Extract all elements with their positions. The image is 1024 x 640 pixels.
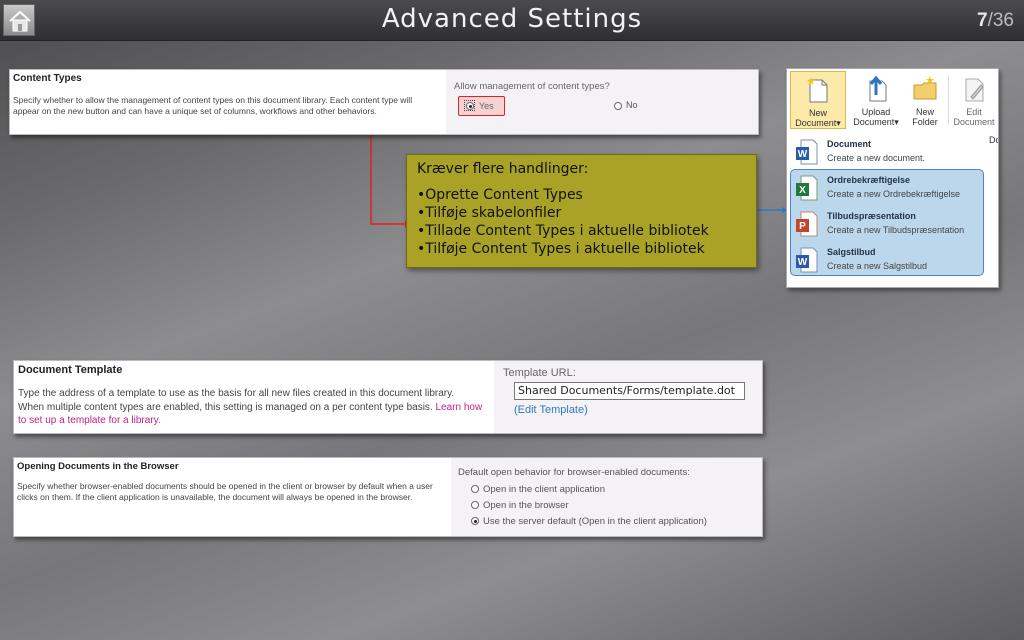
edit-document-icon: [965, 78, 984, 102]
edit-document-button[interactable]: Edit Document: [950, 71, 998, 131]
content-types-info: Content Types Specify whether to allow t…: [10, 70, 446, 134]
word-doc-icon: W: [796, 139, 818, 165]
edit-template-link[interactable]: (Edit Template): [514, 404, 588, 416]
new-folder-line1: New: [915, 107, 934, 117]
section-description: Type the address of a template to use as…: [18, 387, 483, 428]
server-default-radio[interactable]: [471, 517, 479, 526]
edit-line2: Document: [953, 117, 995, 127]
word-doc-icon: W: [796, 247, 818, 273]
callout-item: Tillade Content Types i aktuelle bibliot…: [417, 222, 708, 240]
red-connector: [370, 120, 405, 225]
section-title: Document Template: [18, 364, 123, 376]
content-types-controls: Allow management of content types? Yes N…: [446, 70, 758, 134]
menu-item-ordrebekraeftigelse[interactable]: X Ordrebekræftigelse Create a new Ordreb…: [791, 171, 986, 205]
menu-item-document[interactable]: W Document Create a new document.: [791, 135, 986, 169]
callout-item: Tilføje skabelonfiler: [417, 204, 709, 222]
callout-heading: Kræver flere handlinger:: [417, 161, 589, 177]
menu-item-title: Ordrebekræftigelse: [827, 175, 911, 185]
upload-line2: Document: [853, 117, 895, 127]
opening-documents-section: Opening Documents in the Browser Specify…: [13, 457, 763, 537]
new-folder-icon: [913, 76, 937, 100]
slide-current: 7: [977, 10, 988, 31]
slide-counter: 7/36: [977, 10, 1014, 32]
new-document-button[interactable]: New Document▾: [790, 71, 846, 129]
opening-documents-controls: Default open behavior for browser-enable…: [451, 458, 762, 536]
yes-radio-option[interactable]: Yes: [458, 96, 505, 116]
new-folder-line2: Folder: [912, 117, 938, 127]
menu-item-subtitle: Create a new document.: [827, 153, 926, 163]
content-types-question: Allow management of content types?: [454, 81, 610, 92]
new-document-icon: [807, 77, 828, 103]
opening-documents-info: Opening Documents in the Browser Specify…: [14, 458, 451, 536]
yes-label: Yes: [479, 101, 494, 111]
open-client-radio[interactable]: [471, 485, 479, 494]
no-radio[interactable]: [614, 101, 622, 110]
callout-list: Oprette Content Types Tilføje skabelonfi…: [417, 186, 709, 258]
section-description: Specify whether to allow the management …: [13, 95, 413, 116]
chevron-down-icon: ▾: [894, 117, 899, 127]
slide-total: /36: [987, 10, 1014, 31]
library-ribbon: New Document▾ Upload Document▾ New Folde…: [786, 68, 999, 288]
upload-line1: Upload: [861, 107, 891, 117]
option-label: Open in the client application: [483, 484, 605, 495]
svg-text:W: W: [798, 149, 808, 160]
ribbon-truncated-label: Dc: [989, 135, 999, 145]
svg-text:P: P: [799, 221, 806, 232]
server-default-option[interactable]: Use the server default (Open in the clie…: [471, 516, 707, 527]
excel-doc-icon: X: [796, 175, 818, 201]
callout-item: Oprette Content Types: [417, 186, 709, 204]
menu-item-salgstilbud[interactable]: W Salgstilbud Create a new Salgstilbud: [791, 243, 986, 277]
svg-text:X: X: [799, 185, 806, 196]
description-text: Type the address of a template to use as…: [18, 388, 455, 413]
yes-radio[interactable]: [466, 102, 474, 110]
menu-item-subtitle: Create a new Salgstilbud: [827, 261, 928, 271]
powerpoint-doc-icon: P: [796, 211, 818, 237]
option-label: Open in the browser: [483, 500, 569, 511]
section-title: Opening Documents in the Browser: [17, 461, 179, 472]
upload-document-button[interactable]: Upload Document▾: [851, 71, 901, 131]
requirements-callout: Kræver flere handlinger: Oprette Content…: [406, 154, 757, 268]
callout-item: Tilføje Content Types i aktuelle bibliot…: [417, 240, 709, 258]
no-radio-option[interactable]: No: [614, 100, 638, 110]
menu-item-subtitle: Create a new Ordrebekræftigelse: [827, 189, 961, 199]
document-template-section: Document Template Type the address of a …: [13, 360, 763, 434]
open-client-option[interactable]: Open in the client application: [471, 484, 605, 495]
menu-item-tilbudspraesentation[interactable]: P Tilbudspræsentation Create a new Tilbu…: [791, 207, 986, 241]
new-document-line2: Document: [795, 118, 837, 128]
open-browser-radio[interactable]: [471, 501, 479, 510]
document-template-controls: Template URL: Shared Documents/Forms/tem…: [494, 361, 762, 433]
no-label: No: [626, 100, 638, 110]
option-label: Use the server default (Open in the clie…: [483, 516, 707, 527]
upload-icon: [869, 75, 887, 102]
menu-item-subtitle: Create a new Tilbudspræsentation: [827, 225, 965, 235]
chevron-down-icon: ▾: [836, 118, 841, 128]
edit-line1: Edit: [966, 107, 982, 117]
focus-box: [464, 100, 475, 111]
menu-item-title: Tilbudspræsentation: [827, 211, 916, 221]
menu-item-title: Document: [827, 139, 872, 149]
section-title: Content Types: [13, 73, 82, 84]
title-bar: Advanced Settings 7/36: [0, 0, 1024, 41]
page-title: Advanced Settings: [381, 4, 643, 34]
content-types-section: Content Types Specify whether to allow t…: [9, 69, 759, 135]
open-browser-option[interactable]: Open in the browser: [471, 500, 569, 511]
template-url-input[interactable]: Shared Documents/Forms/template.dot: [514, 382, 745, 400]
open-behavior-label: Default open behavior for browser-enable…: [458, 467, 690, 478]
new-document-line1: New: [808, 108, 827, 118]
svg-text:W: W: [798, 257, 808, 268]
menu-item-title: Salgstilbud: [827, 247, 876, 257]
section-description: Specify whether browser-enabled document…: [17, 481, 433, 502]
ribbon-separator: [948, 75, 949, 125]
template-url-label: Template URL:: [503, 367, 576, 379]
document-template-info: Document Template Type the address of a …: [14, 361, 494, 433]
new-folder-button[interactable]: New Folder: [905, 71, 945, 131]
